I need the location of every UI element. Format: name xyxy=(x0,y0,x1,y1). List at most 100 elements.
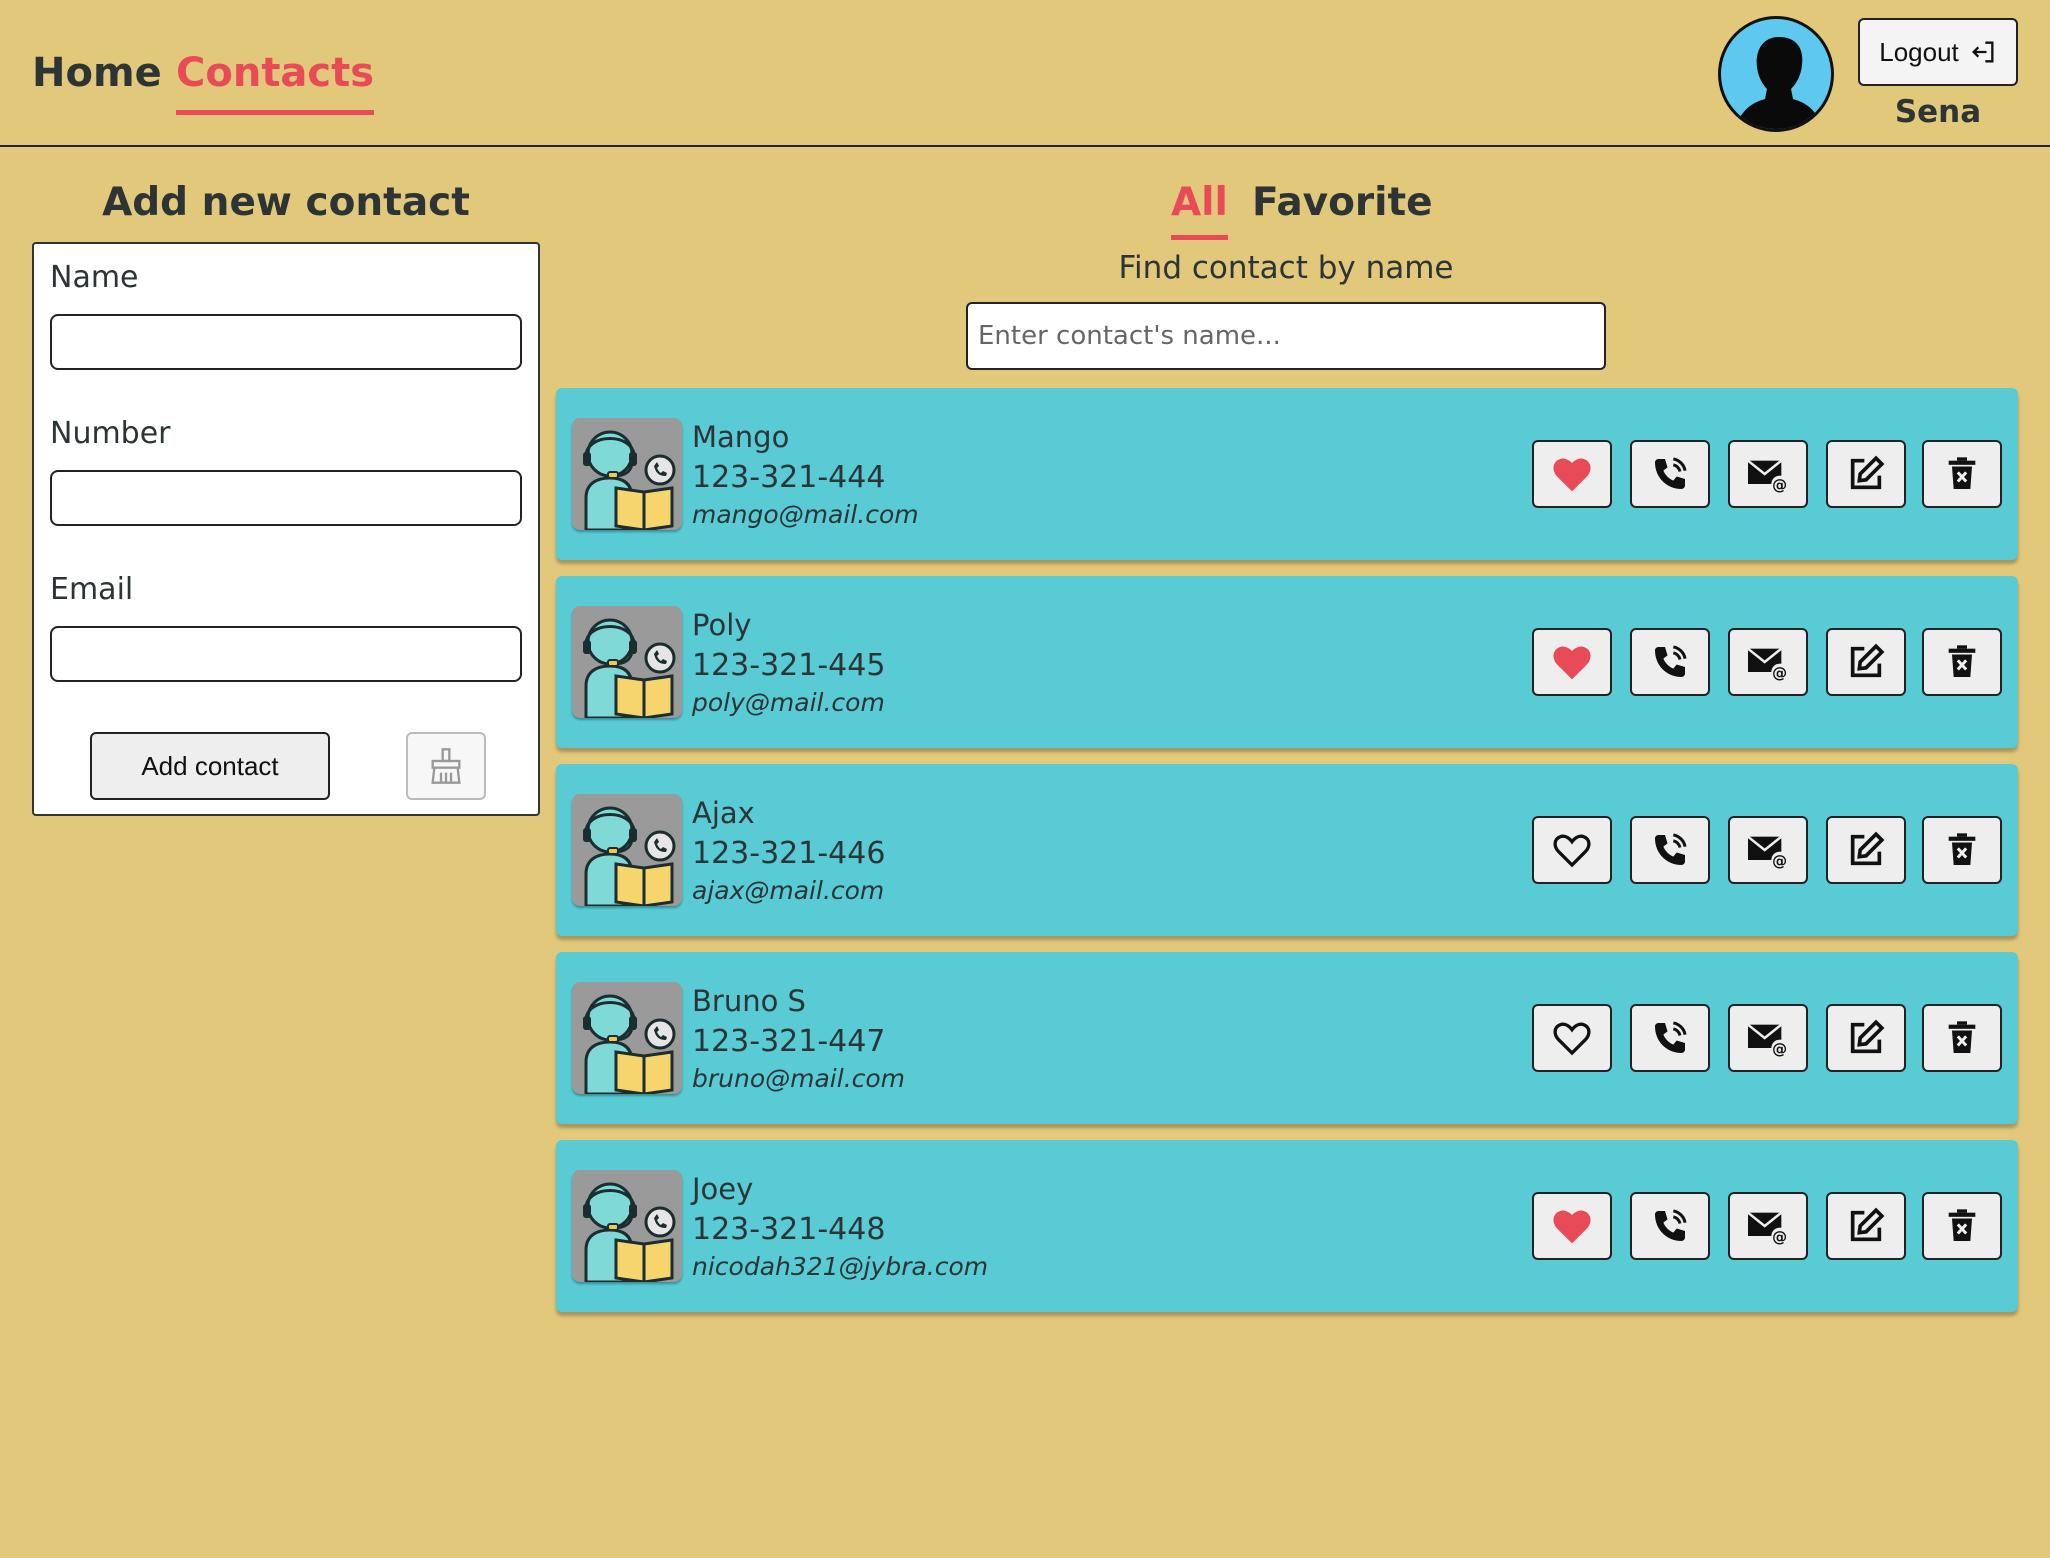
edit-icon xyxy=(1850,455,1885,490)
contact-book-icon xyxy=(583,806,676,906)
favorite-button[interactable] xyxy=(1532,440,1612,508)
contact-name: Joey xyxy=(692,1172,754,1206)
heart-icon xyxy=(1553,458,1591,492)
trash-icon xyxy=(1948,1021,1976,1053)
nav-contacts-link[interactable]: Contacts xyxy=(176,50,375,115)
tab-all[interactable]: All xyxy=(1171,180,1228,240)
phone-icon xyxy=(1655,457,1687,489)
email-button[interactable]: @ xyxy=(1728,1004,1808,1072)
clear-form-button[interactable] xyxy=(406,732,486,800)
contact-name: Ajax xyxy=(692,796,755,830)
email-label: Email xyxy=(50,572,134,607)
user-avatar xyxy=(1718,16,1834,132)
favorite-button[interactable] xyxy=(1532,628,1612,696)
contact-email: nicodah321@jybra.com xyxy=(692,1252,989,1281)
add-contact-form: Name Number Email Add contact xyxy=(32,242,540,816)
edit-button[interactable] xyxy=(1826,1004,1906,1072)
favorite-button[interactable] xyxy=(1532,1192,1612,1260)
edit-button[interactable] xyxy=(1826,816,1906,884)
contact-number: 123-321-446 xyxy=(692,836,886,871)
delete-button[interactable] xyxy=(1922,440,2002,508)
contact-avatar xyxy=(572,606,682,718)
envelope-at-icon: @ xyxy=(1747,1211,1788,1246)
contact-card: Joey 123-321-448 nicodah321@jybra.com @ xyxy=(556,1140,2018,1312)
favorite-button[interactable] xyxy=(1532,816,1612,884)
svg-text:@: @ xyxy=(1772,1228,1787,1246)
email-button[interactable]: @ xyxy=(1728,816,1808,884)
logout-button[interactable]: Logout xyxy=(1858,18,2018,86)
contact-number: 123-321-444 xyxy=(692,460,886,495)
envelope-at-icon: @ xyxy=(1747,835,1788,870)
svg-text:@: @ xyxy=(1772,476,1787,494)
delete-button[interactable] xyxy=(1922,1004,2002,1072)
edit-button[interactable] xyxy=(1826,1192,1906,1260)
contact-email: ajax@mail.com xyxy=(692,876,885,905)
name-input[interactable] xyxy=(50,314,522,370)
contact-book-icon xyxy=(583,1182,676,1282)
search-label: Find contact by name xyxy=(1118,250,1454,286)
form-title: Add new contact xyxy=(102,180,470,225)
contact-card: Bruno S 123-321-447 bruno@mail.com @ xyxy=(556,952,2018,1124)
contact-number: 123-321-445 xyxy=(692,648,886,683)
call-button[interactable] xyxy=(1630,1004,1710,1072)
contact-name: Poly xyxy=(692,608,752,642)
email-button[interactable]: @ xyxy=(1728,1192,1808,1260)
edit-icon xyxy=(1850,1207,1885,1242)
delete-button[interactable] xyxy=(1922,1192,2002,1260)
contact-avatar xyxy=(572,418,682,530)
envelope-at-icon: @ xyxy=(1747,647,1788,682)
nav-home-link[interactable]: Home xyxy=(32,50,162,110)
name-label: Name xyxy=(50,260,139,295)
edit-icon xyxy=(1850,643,1885,678)
broom-icon xyxy=(431,748,461,784)
email-input[interactable] xyxy=(50,626,522,682)
delete-button[interactable] xyxy=(1922,628,2002,696)
email-button[interactable]: @ xyxy=(1728,440,1808,508)
tab-favorite[interactable]: Favorite xyxy=(1252,180,1433,235)
edit-icon xyxy=(1850,1019,1885,1054)
contact-card: Poly 123-321-445 poly@mail.com @ xyxy=(556,576,2018,748)
contact-avatar xyxy=(572,982,682,1094)
contact-avatar xyxy=(572,794,682,906)
phone-icon xyxy=(1655,1209,1687,1241)
svg-text:@: @ xyxy=(1772,1040,1787,1058)
envelope-at-icon: @ xyxy=(1747,459,1788,494)
email-button[interactable]: @ xyxy=(1728,628,1808,696)
delete-button[interactable] xyxy=(1922,816,2002,884)
trash-icon xyxy=(1948,457,1976,489)
call-button[interactable] xyxy=(1630,628,1710,696)
call-button[interactable] xyxy=(1630,440,1710,508)
edit-button[interactable] xyxy=(1826,628,1906,696)
edit-icon xyxy=(1850,831,1885,866)
contact-number: 123-321-447 xyxy=(692,1024,886,1059)
contact-card: Ajax 123-321-446 ajax@mail.com @ xyxy=(556,764,2018,936)
header: Home Contacts Logout Sena xyxy=(0,0,2050,147)
heart-icon xyxy=(1553,834,1591,868)
logout-label: Logout xyxy=(1879,36,1959,67)
favorite-button[interactable] xyxy=(1532,1004,1612,1072)
contact-name: Mango xyxy=(692,420,790,454)
number-input[interactable] xyxy=(50,470,522,526)
envelope-at-icon: @ xyxy=(1747,1023,1788,1058)
contact-avatar xyxy=(572,1170,682,1282)
contact-number: 123-321-448 xyxy=(692,1212,886,1247)
add-contact-button[interactable]: Add contact xyxy=(90,732,330,800)
call-button[interactable] xyxy=(1630,1192,1710,1260)
contact-email: bruno@mail.com xyxy=(692,1064,906,1093)
search-input[interactable] xyxy=(966,302,1606,370)
username: Sena xyxy=(1894,94,1982,130)
contact-name: Bruno S xyxy=(692,984,806,1018)
number-label: Number xyxy=(50,416,171,451)
edit-button[interactable] xyxy=(1826,440,1906,508)
contact-card: Mango 123-321-444 mango@mail.com @ xyxy=(556,388,2018,560)
call-button[interactable] xyxy=(1630,816,1710,884)
contact-book-icon xyxy=(583,430,676,530)
heart-icon xyxy=(1553,646,1591,680)
phone-icon xyxy=(1655,833,1687,865)
phone-icon xyxy=(1655,645,1687,677)
heart-icon xyxy=(1553,1210,1591,1244)
user-silhouette-icon xyxy=(1734,37,1824,129)
heart-icon xyxy=(1553,1022,1591,1056)
svg-text:@: @ xyxy=(1772,852,1787,870)
trash-icon xyxy=(1948,833,1976,865)
